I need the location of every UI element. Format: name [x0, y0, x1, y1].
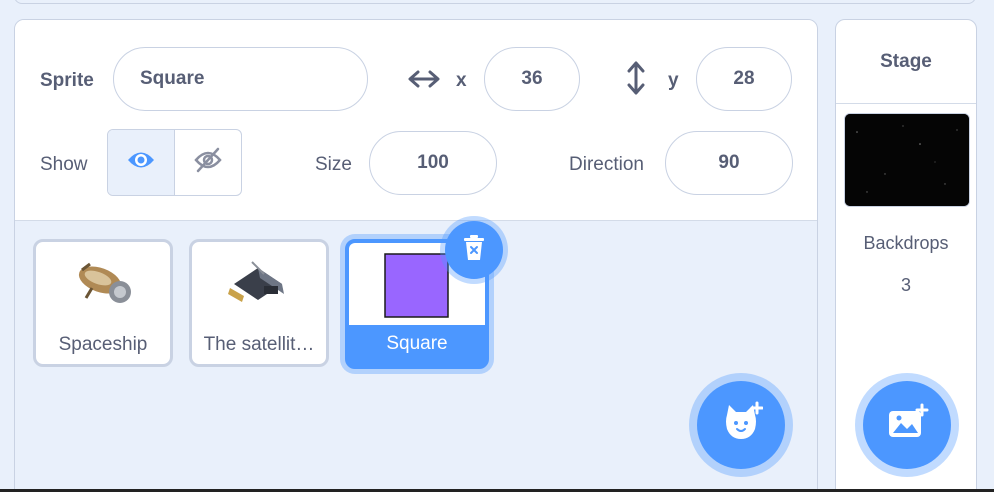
top-panel-edge	[14, 0, 976, 4]
sprite-name-input[interactable]: Square	[113, 47, 368, 111]
y-value: 28	[733, 68, 755, 89]
image-plus-icon	[885, 403, 929, 448]
sprite-pane: Sprite Square x 36 y 28 Show Size 100 Di…	[14, 19, 818, 492]
size-input[interactable]: 100	[369, 131, 497, 195]
stage-title: Stage	[836, 20, 976, 104]
stage-thumbnail[interactable]	[844, 113, 970, 207]
add-backdrop-button[interactable]	[863, 381, 951, 469]
direction-input[interactable]: 90	[665, 131, 793, 195]
cat-plus-icon	[719, 401, 764, 450]
x-label: x	[456, 70, 467, 91]
eye-icon	[126, 149, 156, 176]
sprite-tile-name: The satellit…	[203, 334, 315, 355]
sprite-info-panel: Sprite Square x 36 y 28 Show Size 100 Di…	[15, 20, 817, 221]
sprite-tile-spaceship[interactable]: Spaceship	[33, 239, 173, 367]
sprite-name-value: Square	[140, 68, 205, 89]
y-input[interactable]: 28	[696, 47, 792, 111]
stage-pane: Stage Backdrops 3	[835, 19, 977, 492]
sprite-tile-name: Spaceship	[58, 334, 148, 355]
show-label: Show	[40, 154, 88, 175]
sprite-label: Sprite	[40, 70, 94, 91]
square-swatch	[384, 253, 449, 318]
x-value: 36	[521, 68, 543, 89]
add-sprite-button[interactable]	[697, 381, 785, 469]
size-label: Size	[315, 154, 352, 175]
vertical-arrows-icon	[625, 60, 647, 101]
show-button[interactable]	[108, 130, 175, 195]
horizontal-arrows-icon	[407, 68, 441, 95]
eye-slash-icon	[193, 147, 223, 178]
sprite-tile-satellite[interactable]: The satellit…	[189, 239, 329, 367]
direction-value: 90	[718, 152, 740, 173]
spaceship-thumbnail	[36, 258, 170, 314]
x-input[interactable]: 36	[484, 47, 580, 111]
satellite-thumbnail	[192, 258, 326, 314]
visibility-toggle	[107, 129, 242, 196]
hide-button[interactable]	[175, 130, 241, 195]
backdrops-label: Backdrops	[863, 233, 949, 253]
y-label: y	[668, 70, 679, 91]
backdrops-count: 3	[900, 275, 911, 295]
trash-icon	[461, 234, 487, 267]
delete-sprite-button[interactable]	[445, 221, 503, 279]
size-value: 100	[417, 152, 449, 173]
direction-label: Direction	[569, 154, 644, 175]
sprite-tile-name: Square	[386, 333, 448, 354]
